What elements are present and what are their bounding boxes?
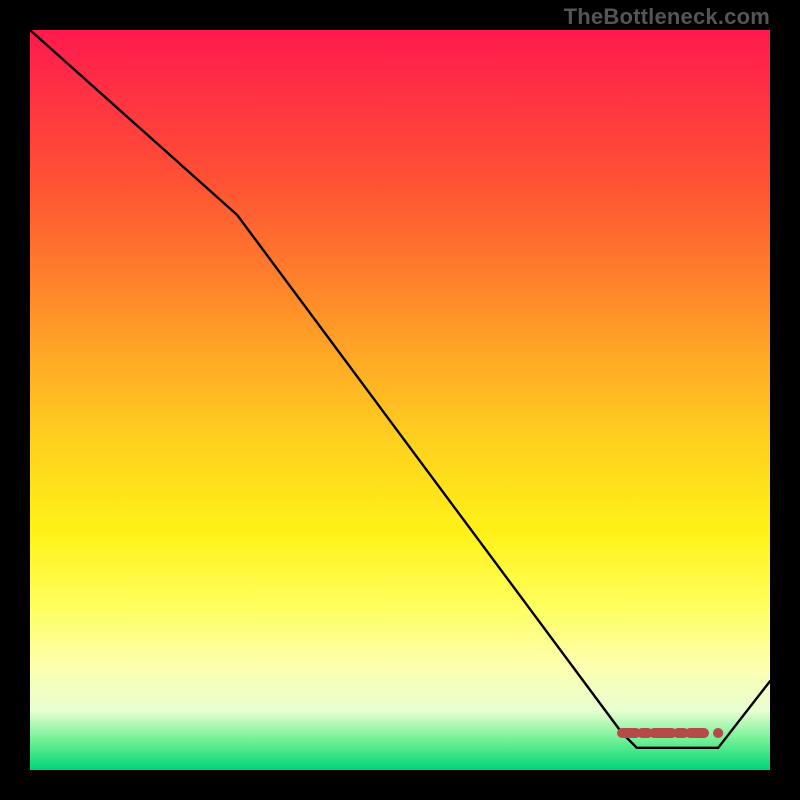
series-curve [30,30,770,748]
chart-line-group [30,30,770,748]
chart-svg [30,30,770,770]
attribution-text: TheBottleneck.com [564,4,770,30]
plot-area [30,30,770,770]
chart-stage: TheBottleneck.com [0,0,800,800]
